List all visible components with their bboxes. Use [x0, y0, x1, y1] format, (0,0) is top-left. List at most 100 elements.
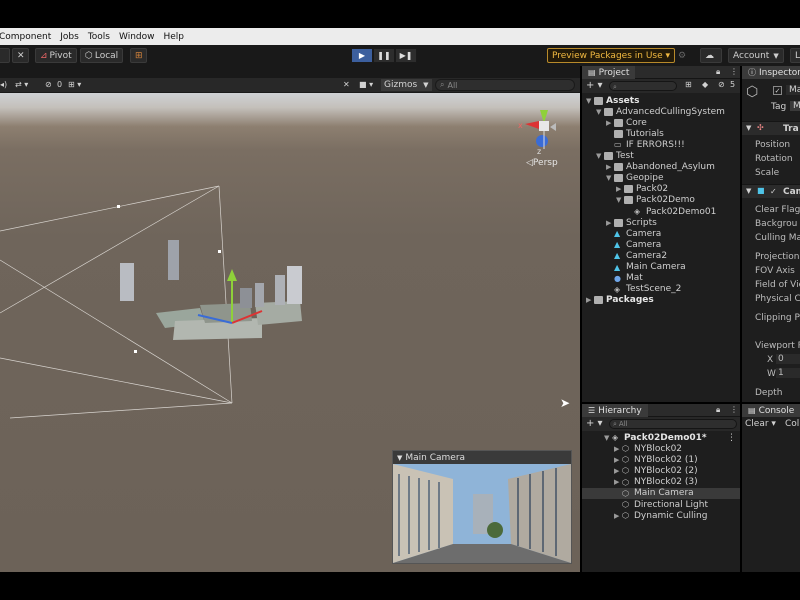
effects-icon[interactable]: ⇄ ▾ — [15, 80, 28, 89]
project-tree-item[interactable]: ▼ Assets — [586, 95, 639, 106]
scene-root-row[interactable]: ▼ ◈ Pack02Demo01* ⋮ — [604, 432, 740, 443]
preview-packages-button[interactable]: Preview Packages in Use ▾ — [547, 48, 676, 63]
expand-arrow-icon[interactable]: ▶ — [614, 445, 622, 453]
menu-jobs[interactable]: Jobs — [60, 32, 79, 42]
project-search-input[interactable]: ⌕ — [609, 81, 677, 91]
menu-window[interactable]: Window — [119, 32, 155, 42]
project-tree-item[interactable]: ▼ Test — [596, 151, 634, 162]
hidden-icon[interactable]: ⊘ — [718, 80, 725, 89]
cloud-icon[interactable]: ☁ — [700, 48, 722, 63]
project-tree-item[interactable]: ◈ Pack02Demo01 — [626, 206, 716, 217]
project-tree-item[interactable]: ▼ AdvancedCullingSystem — [596, 106, 725, 117]
hierarchy-item[interactable]: ⬡ Main Camera — [582, 487, 740, 499]
menu-tools[interactable]: Tools — [88, 32, 110, 42]
tools-icon[interactable]: ✕ — [343, 80, 350, 89]
local-button[interactable]: ⬡ Local — [80, 48, 124, 63]
expand-arrow-icon[interactable]: ▼ — [596, 108, 604, 116]
filter-icon[interactable]: ⊞ — [685, 80, 692, 89]
account-button[interactable]: Account ▼ — [728, 48, 784, 63]
expand-arrow-icon[interactable]: ▼ — [604, 434, 612, 442]
project-tree-item[interactable]: Tutorials — [606, 128, 664, 139]
project-tree-item[interactable]: ▶ Scripts — [606, 217, 657, 228]
camera-header[interactable]: ▼ ■ ✓ Cam — [742, 184, 800, 198]
viewport-field[interactable]: 1 — [776, 368, 800, 378]
transform-header[interactable]: ▼ ✣ Tra — [742, 121, 800, 135]
persp-label[interactable]: ◁Persp — [526, 158, 558, 168]
expand-arrow-icon[interactable]: ▼ — [586, 97, 594, 105]
step-button[interactable]: ▶❚ — [395, 48, 417, 63]
grid-icon[interactable]: ⊞ ▾ — [68, 80, 81, 89]
project-tree-item[interactable]: ▶ Core — [606, 117, 647, 128]
orientation-gizmo[interactable] — [525, 110, 556, 149]
expand-arrow-icon[interactable]: ▶ — [586, 296, 594, 304]
more-icon[interactable]: ⋮ — [730, 405, 738, 414]
menu-help[interactable]: Help — [164, 32, 185, 42]
frustum-handle[interactable] — [134, 350, 137, 353]
gizmos-dropdown[interactable]: Gizmos ▼ — [381, 79, 432, 91]
hierarchy-item[interactable]: ▶ ⬡ NYBlock02 — [582, 443, 740, 454]
more-icon[interactable]: ⋮ — [727, 433, 736, 443]
play-button[interactable]: ▶ — [351, 48, 373, 63]
expand-arrow-icon[interactable]: ▶ — [616, 185, 624, 193]
audio-icon[interactable]: ◂) — [0, 80, 7, 89]
hierarchy-search-input[interactable]: ⌕ All — [609, 419, 737, 429]
project-tree-item[interactable]: ◈ TestScene_2 — [606, 284, 681, 295]
project-tree-item[interactable]: ● Mat — [606, 273, 643, 284]
expand-arrow-icon[interactable]: ▶ — [614, 478, 622, 486]
tab-project[interactable]: ▤ Project — [582, 66, 636, 79]
tab-inspector[interactable]: ⓘ Inspector — [742, 66, 800, 79]
menu-component[interactable]: Component — [0, 32, 51, 42]
expand-arrow-icon[interactable]: ▶ — [606, 163, 614, 171]
project-tree-item[interactable]: ▲ Main Camera — [606, 262, 686, 273]
collapse-button[interactable]: Coll — [785, 419, 800, 429]
expand-arrow-icon[interactable]: ▼ — [596, 152, 604, 160]
expand-arrow-icon[interactable]: ▶ — [614, 456, 622, 464]
tab-console[interactable]: ▤ Console — [742, 404, 800, 417]
frustum-handle[interactable] — [218, 250, 221, 253]
hierarchy-item[interactable]: ▶ ⬡ NYBlock02 (1) — [582, 454, 740, 465]
hierarchy-item[interactable]: ⬡ Directional Light — [582, 499, 740, 510]
tag-dropdown[interactable]: M — [790, 101, 800, 111]
project-tree-item[interactable]: ▲ Camera — [606, 239, 661, 250]
tools-icon[interactable]: ✕ — [12, 48, 29, 63]
clear-button[interactable]: Clear ▾ — [745, 419, 776, 429]
tab-hierarchy[interactable]: ☰ Hierarchy — [582, 404, 648, 417]
scene-search-input[interactable]: ⌕ All — [435, 79, 575, 91]
expand-arrow-icon[interactable]: ▼ — [606, 174, 614, 182]
project-tree-item[interactable]: ▼ Geopipe — [606, 173, 663, 184]
object-name-field[interactable]: Ma — [786, 85, 800, 95]
project-tree-item[interactable]: ▭ IF ERRORS!!! — [606, 139, 685, 150]
hierarchy-item[interactable]: ▶ ⬡ NYBlock02 (3) — [582, 477, 740, 488]
add-icon[interactable]: + ▾ — [586, 418, 603, 429]
active-checkbox[interactable]: ✓ — [773, 86, 782, 95]
pause-button[interactable]: ❚❚ — [373, 48, 395, 63]
project-tree-item[interactable]: ▲ Camera2 — [606, 250, 667, 261]
expand-arrow-icon[interactable]: ▶ — [606, 219, 614, 227]
expand-arrow-icon[interactable]: ▶ — [614, 467, 622, 475]
camera-settings-icon[interactable]: ■ ▾ — [359, 80, 373, 89]
expand-arrow-icon[interactable]: ▶ — [614, 512, 622, 520]
collapse-icon[interactable]: ▼ — [397, 454, 402, 462]
more-icon[interactable]: ⋮ — [730, 67, 738, 76]
project-tree-item[interactable]: ▶ Pack02 — [616, 184, 668, 195]
tool-button[interactable] — [0, 48, 10, 63]
frustum-handle[interactable] — [117, 205, 120, 208]
project-tree-item[interactable]: ▲ Camera — [606, 228, 661, 239]
expand-arrow-icon[interactable]: ▶ — [606, 119, 614, 127]
project-tree-item[interactable]: ▼ Pack02Demo — [616, 195, 695, 206]
hierarchy-item[interactable]: ▶ ⬡ NYBlock02 (2) — [582, 465, 740, 476]
pivot-button[interactable]: ⊿ Pivot — [35, 48, 77, 63]
lock-icon[interactable]: 🔒︎ — [716, 405, 720, 415]
hidden-objects-icon[interactable]: ⊘ — [45, 80, 52, 89]
expand-arrow-icon[interactable]: ▼ — [616, 196, 624, 204]
grid-snap-icon[interactable]: ⊞ — [130, 48, 147, 63]
layout-button[interactable]: L — [790, 48, 800, 63]
y-axis-arrow[interactable] — [227, 269, 237, 281]
lock-icon[interactable]: 🔒︎ — [716, 67, 720, 77]
project-tree-item[interactable]: ▶ Packages — [586, 295, 654, 306]
viewport-field[interactable]: 0 — [776, 354, 800, 364]
label-icon[interactable]: ◆ — [702, 80, 708, 89]
add-icon[interactable]: + ▾ — [586, 80, 603, 91]
camera-enabled-checkbox[interactable]: ✓ — [770, 187, 777, 196]
collab-icon[interactable]: ⚙ — [674, 48, 693, 63]
